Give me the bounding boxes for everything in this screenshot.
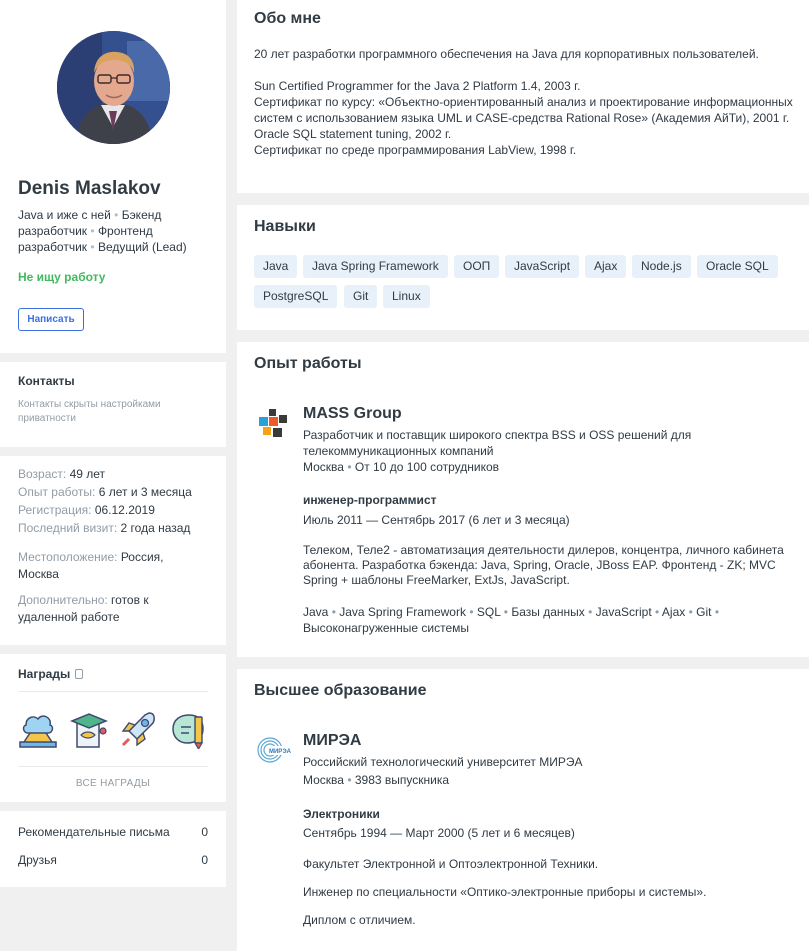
contacts-title: Контакты [18, 374, 75, 388]
info-icon[interactable] [75, 669, 84, 679]
spec-item: Java и иже с ней [18, 208, 111, 222]
fact-last-visit: Последний визит: 2 года назад [18, 521, 191, 535]
skills-title: Навыки [254, 218, 316, 235]
university-logo-text: МИРЭА [269, 749, 292, 755]
pencil-award-icon[interactable] [169, 709, 209, 751]
about-title: Обо мне [254, 10, 321, 27]
about-intro: 20 лет разработки программного обеспечен… [254, 47, 759, 61]
about-cert: Sun Certified Programmer for the Java 2 … [254, 79, 581, 93]
profile-card: Denis Maslakov Java и иже с ней • Бэкенд… [0, 0, 226, 353]
awards-card: Награды ВСЕ НАГРАДЫ [0, 654, 226, 802]
side-stats-card: Рекомендательные письма 0 Друзья 0 [0, 811, 226, 887]
fact-age: Возраст: 49 лет [18, 467, 106, 481]
position-period: Июль 2011 — Сентябрь 2017 (6 лет и 3 мес… [303, 513, 570, 527]
about-cert: Сертификат по среде программирования Lab… [254, 143, 577, 157]
skill-tag[interactable]: PostgreSQL [254, 285, 338, 308]
divider [18, 766, 208, 767]
position-title: инженер-программист [303, 493, 437, 507]
skill-tag[interactable]: Node.js [632, 255, 691, 278]
fact-additional: Дополнительно: готов к удаленной работе [18, 593, 149, 624]
skill-tag[interactable]: JavaScript [505, 255, 580, 278]
fact-location: Местоположение: Россия, Москва [18, 550, 164, 581]
avatar[interactable] [57, 31, 170, 144]
all-awards-link[interactable]: ВСЕ НАГРАДЫ [18, 778, 208, 789]
divider [18, 691, 208, 692]
university-logo-icon[interactable]: МИРЭА [255, 735, 293, 765]
company-logo-icon[interactable] [259, 409, 289, 439]
about-text: 20 лет разработки программного обеспечен… [254, 46, 794, 158]
experience-title: Опыт работы [254, 355, 362, 372]
skill-tag[interactable]: Java Spring Framework [303, 255, 448, 278]
education-note: Инженер по специальности «Оптико-электро… [303, 885, 707, 899]
company-description: Разработчик и поставщик широкого спектра… [303, 428, 692, 458]
about-card: Обо мне 20 лет разработки программного о… [237, 0, 809, 193]
write-message-button[interactable]: Написать [18, 308, 84, 331]
education-note: Диплом с отличием. [303, 913, 416, 927]
skills-card: Навыки Java Java Spring Framework ООП Ja… [237, 205, 809, 330]
university-full-name: Российский технологический университет М… [303, 755, 583, 769]
fact-experience: Опыт работы: 6 лет и 3 месяца [18, 485, 192, 499]
education-period: Сентябрь 1994 — Март 2000 (5 лет и 6 мес… [303, 826, 575, 840]
job-status: Не ищу работу [18, 270, 106, 284]
education-card: Высшее образование МИРЭА МИРЭА Российски… [237, 669, 809, 951]
cloud-award-icon[interactable] [18, 709, 58, 749]
book-award-icon[interactable] [69, 709, 109, 749]
position-description: Телеком, Теле2 - автоматизация деятельно… [303, 543, 784, 587]
education-note: Факультет Электронной и Оптоэлектронной … [303, 857, 599, 871]
about-cert: Сертификат по курсу: «Объектно-ориентиро… [254, 95, 793, 125]
position-tags: Java • Java Spring Framework • SQL • Баз… [303, 605, 720, 635]
company-meta: Москва • От 10 до 100 сотрудников [303, 460, 500, 474]
facts-card: Возраст: 49 лет Опыт работы: 6 лет и 3 м… [0, 456, 226, 645]
contacts-card: Контакты Контакты скрыты настройками при… [0, 362, 226, 447]
faculty-name: Электроники [303, 807, 380, 821]
skill-tag[interactable]: Oracle SQL [697, 255, 778, 278]
specializations: Java и иже с ней • Бэкенд разработчик • … [18, 208, 187, 254]
skill-tag[interactable]: Java [254, 255, 298, 278]
spec-item: Ведущий (Lead) [97, 240, 187, 254]
recommendation-letters-row[interactable]: Рекомендательные письма 0 [18, 825, 208, 839]
contacts-hidden-text: Контакты скрыты настройками приватности [18, 399, 161, 424]
university-name[interactable]: МИРЭА [303, 732, 361, 750]
rocket-award-icon[interactable] [119, 709, 159, 749]
skill-tag[interactable]: ООП [454, 255, 500, 278]
friends-row[interactable]: Друзья 0 [18, 853, 208, 867]
skill-tag[interactable]: Ajax [585, 255, 627, 278]
awards-title: Награды [18, 667, 84, 681]
university-meta: Москва • 3983 выпускника [303, 773, 450, 787]
skill-tag[interactable]: Linux [383, 285, 430, 308]
company-name[interactable]: MASS Group [303, 405, 402, 423]
skill-tag[interactable]: Git [344, 285, 378, 308]
profile-name: Denis Maslakov [18, 178, 161, 199]
fact-registration: Регистрация: 06.12.2019 [18, 503, 155, 517]
about-cert: Oracle SQL statement tuning, 2002 г. [254, 127, 452, 141]
education-title: Высшее образование [254, 682, 427, 699]
experience-card: Опыт работы MASS Group Разработчик и пос… [237, 342, 809, 657]
